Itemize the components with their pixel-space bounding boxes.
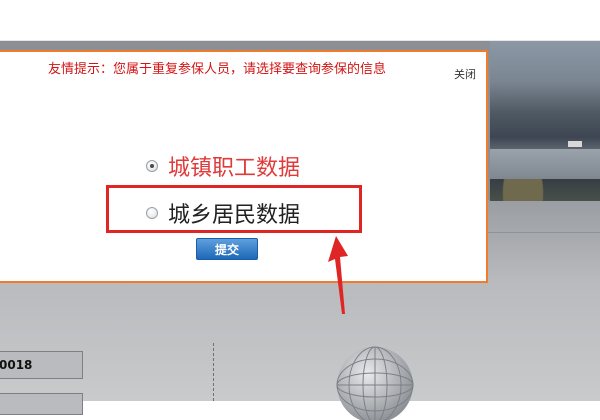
selection-dialog: 友情提示：您属于重复参保人员，请选择要查询参保的信息 关闭 城镇职工数据 城乡居… <box>0 50 488 314</box>
river <box>490 149 600 179</box>
option-urban-rural-resident[interactable]: 城乡居民数据 <box>146 197 300 229</box>
radio-button-checked[interactable] <box>146 160 158 172</box>
dashed-divider <box>213 343 214 401</box>
radio-button[interactable] <box>146 207 158 219</box>
red-arrow-icon <box>328 236 348 314</box>
globe-logo-icon <box>336 346 414 420</box>
top-bar <box>0 0 600 41</box>
secondary-field[interactable] <box>0 393 83 415</box>
option-label: 城镇职工数据 <box>168 156 301 181</box>
boat <box>568 141 582 147</box>
close-link[interactable]: 关闭 <box>454 66 476 82</box>
option-label: 城乡居民数据 <box>168 203 301 228</box>
code-field[interactable]: 0018 <box>0 351 83 379</box>
notice-text: 友情提示：您属于重复参保人员，请选择要查询参保的信息 <box>48 62 387 77</box>
code-value: 0018 <box>0 358 33 372</box>
option-urban-employee[interactable]: 城镇职工数据 <box>146 150 300 182</box>
city-banner-image <box>490 41 600 201</box>
submit-button[interactable]: 提交 <box>196 238 258 260</box>
